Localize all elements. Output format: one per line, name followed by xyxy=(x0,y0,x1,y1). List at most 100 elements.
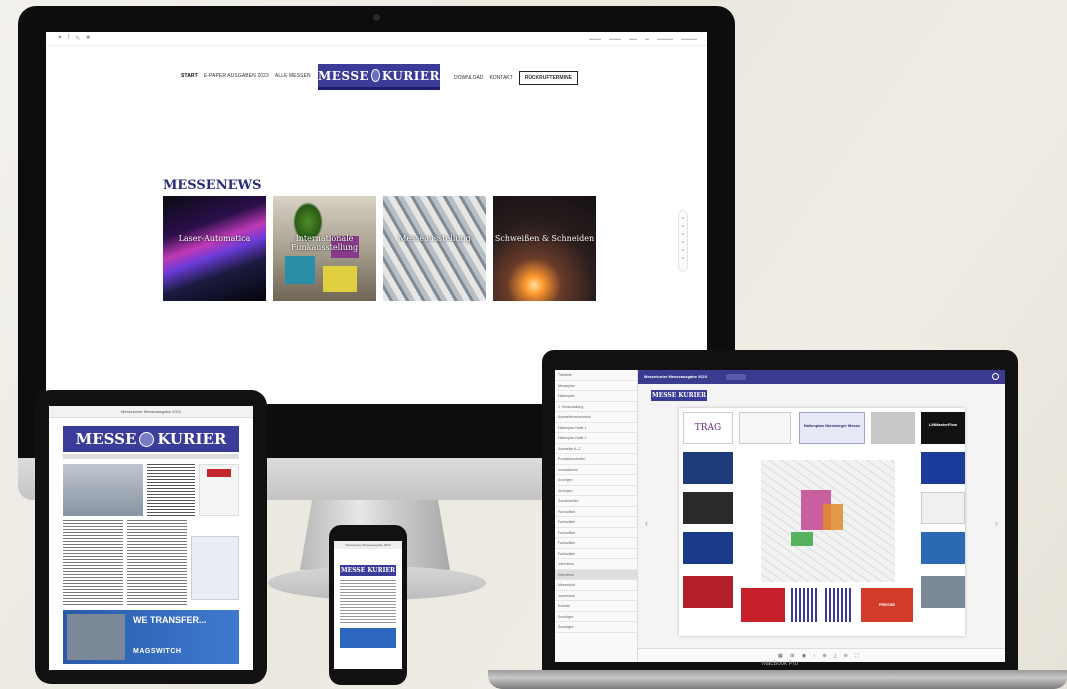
sidebar-item-selected[interactable]: Interviews xyxy=(555,569,637,580)
epaper-logo: MESSE KURIER xyxy=(651,390,707,401)
macbook-label: MacBook Pro xyxy=(761,661,798,667)
sidebar-item[interactable]: Hallenplan xyxy=(555,391,637,402)
top-links: ▬▬▬ ▬▬▬ ▬▬ ▬ ▬▬▬▬ ▬▬▬▬ xyxy=(589,36,697,41)
ad-block xyxy=(871,412,915,444)
next-page-icon[interactable]: › xyxy=(995,518,998,528)
ipad-title: Messekurier Messeausgabe 2023 xyxy=(120,409,182,414)
sidebar-item[interactable]: Messefazit xyxy=(555,580,637,591)
sidebar-item[interactable]: Produktneuheiten xyxy=(555,454,637,465)
top-link[interactable]: ▬ xyxy=(645,36,649,41)
iphone-device: Messekurier Messeausgabe 2023 MESSE KURI… xyxy=(329,525,407,685)
sidebar-item[interactable]: Anzeigen xyxy=(555,486,637,496)
subheader xyxy=(63,454,239,459)
sidebar-item[interactable]: Sonstiges xyxy=(555,612,637,622)
toolbar-icons[interactable]: ▦ ⊞ ◉ ‹ ⊕ ⤓ ⊖ ⛶ xyxy=(778,653,862,659)
decor xyxy=(285,256,315,284)
top-bar: ♥ f ✎ ■ ▬▬▬ ▬▬▬ ▬▬ ▬ ▬▬▬▬ ▬▬▬▬ xyxy=(46,32,707,46)
macbook-base xyxy=(488,670,1067,689)
news-tile-laser[interactable]: Laser-Automatica xyxy=(163,196,266,301)
nav-alle-messen[interactable]: ALLE MESSEN xyxy=(275,73,311,79)
site-logo[interactable]: MESSE KURIER xyxy=(318,64,440,90)
sidebar-item[interactable]: Sonstiges xyxy=(555,622,637,633)
newspaper-logo: MESSE KURIER xyxy=(63,426,239,452)
camera xyxy=(373,14,380,21)
tile-label: Internationale Funkausstellung xyxy=(290,234,359,252)
ad-block xyxy=(741,588,785,622)
advert xyxy=(191,536,239,600)
side-scroll-nav[interactable] xyxy=(678,210,688,272)
sidebar-item[interactable]: Hallenplan Halle 1 xyxy=(555,423,637,433)
ipad-title-bar: Messekurier Messeausgabe 2023 xyxy=(49,406,253,418)
top-link[interactable]: ▬▬▬ xyxy=(609,36,621,41)
ad-block xyxy=(921,532,965,564)
sidebar-item[interactable]: Fachartikel xyxy=(555,507,637,517)
logo-right: KURIER xyxy=(157,430,227,448)
sidebar-item[interactable]: Kontakt xyxy=(555,601,637,612)
heart-icon[interactable]: ♥ xyxy=(58,35,62,42)
sidebar-item[interactable]: Fachartikel xyxy=(555,538,637,549)
sidebar-item[interactable]: Messeplan xyxy=(555,381,637,391)
iphone-title: Messekurier Messeausgabe 2023 xyxy=(334,541,402,549)
ad-block xyxy=(683,532,733,564)
sidebar-item[interactable]: Anzeigen xyxy=(555,475,637,486)
top-link[interactable]: ▬▬▬▬ xyxy=(681,36,697,41)
square-icon[interactable]: ■ xyxy=(86,35,90,42)
ad-block xyxy=(921,452,965,484)
news-tile-trucks[interactable]: Messeausstellung xyxy=(383,196,486,301)
rueckruf-button[interactable]: RÜCKRUFTERMINE xyxy=(518,71,578,85)
ad-block xyxy=(683,576,733,608)
top-link[interactable]: ▬▬▬ xyxy=(589,36,601,41)
nav-kontakt[interactable]: KONTAKT xyxy=(489,75,512,81)
article-photo xyxy=(63,464,143,516)
social-icons: ♥ f ✎ ■ xyxy=(58,35,90,42)
top-link[interactable]: ▬▬ xyxy=(629,36,637,41)
tile-label: Laser-Automatica xyxy=(178,234,251,243)
sidebar-item[interactable]: Sonderseiten xyxy=(555,496,637,507)
sidebar-item[interactable]: Aussteller A–Z xyxy=(555,444,637,454)
prev-page-icon[interactable]: ‹ xyxy=(645,518,648,528)
sidebar-item[interactable]: Interviews xyxy=(555,559,637,570)
qr-code-icon xyxy=(791,588,819,622)
nav-download[interactable]: DOWNLOAD xyxy=(454,75,483,81)
advert xyxy=(199,464,239,516)
nav-epaper[interactable]: E-PAPER AUSGABEN 2023 xyxy=(204,73,269,79)
ad-hallenplan: Hallenplan Nürnberger Messe xyxy=(799,412,865,444)
tile-label: Messeausstellung xyxy=(398,234,471,243)
sidebar-item[interactable]: Innovationen xyxy=(555,465,637,475)
iphone-logo: MESSE KURIER xyxy=(340,565,396,576)
article-text xyxy=(63,520,123,606)
sidebar-item[interactable]: Impressum xyxy=(555,591,637,601)
sidebar-item[interactable]: Fachartikel xyxy=(555,517,637,528)
logo-right: KURIER xyxy=(381,68,440,83)
edit-icon[interactable]: ✎ xyxy=(75,35,80,42)
article-text xyxy=(127,520,187,606)
news-tile-ifa[interactable]: Internationale Funkausstellung xyxy=(273,196,376,301)
sidebar-item[interactable]: Hallenplan Halle 2 xyxy=(555,433,637,444)
decor xyxy=(323,266,357,292)
sidebar-item[interactable]: Ausstellerverzeichnis xyxy=(555,412,637,423)
news-tiles: Laser-Automatica Internationale Funkauss… xyxy=(163,196,596,301)
qr-code-icon xyxy=(825,588,853,622)
hall-area xyxy=(823,504,843,530)
ad-block xyxy=(683,492,733,524)
search-icon[interactable] xyxy=(992,373,999,380)
epaper-spread[interactable]: TRAG Hallenplan Nürnberger Messe LiftMas… xyxy=(679,408,965,636)
epaper-sidebar: Titelseite Messeplan Hallenplan 1. Veran… xyxy=(555,370,638,662)
globe-icon xyxy=(139,431,155,447)
ad-block xyxy=(739,412,791,444)
news-tile-schweissen[interactable]: Schweißen & Schneiden xyxy=(493,196,596,301)
page-selector[interactable] xyxy=(726,374,746,380)
nav-start[interactable]: START xyxy=(181,73,198,79)
sidebar-item[interactable]: Titelseite xyxy=(555,370,637,381)
tile-label: Schweißen & Schneiden xyxy=(494,234,595,243)
macbook-device: Titelseite Messeplan Hallenplan 1. Veran… xyxy=(542,350,1018,670)
banner-image xyxy=(67,614,125,660)
globe-icon xyxy=(371,69,380,82)
facebook-icon[interactable]: f xyxy=(68,35,70,42)
sidebar-item[interactable]: Fachartikel xyxy=(555,549,637,559)
banner-ad xyxy=(340,628,396,648)
top-link[interactable]: ▬▬▬▬ xyxy=(657,36,673,41)
sidebar-item[interactable]: 1. Veranstaltung xyxy=(555,402,637,412)
iphone-screen: Messekurier Messeausgabe 2023 MESSE KURI… xyxy=(334,541,402,669)
sidebar-item[interactable]: Fachartikel xyxy=(555,528,637,538)
